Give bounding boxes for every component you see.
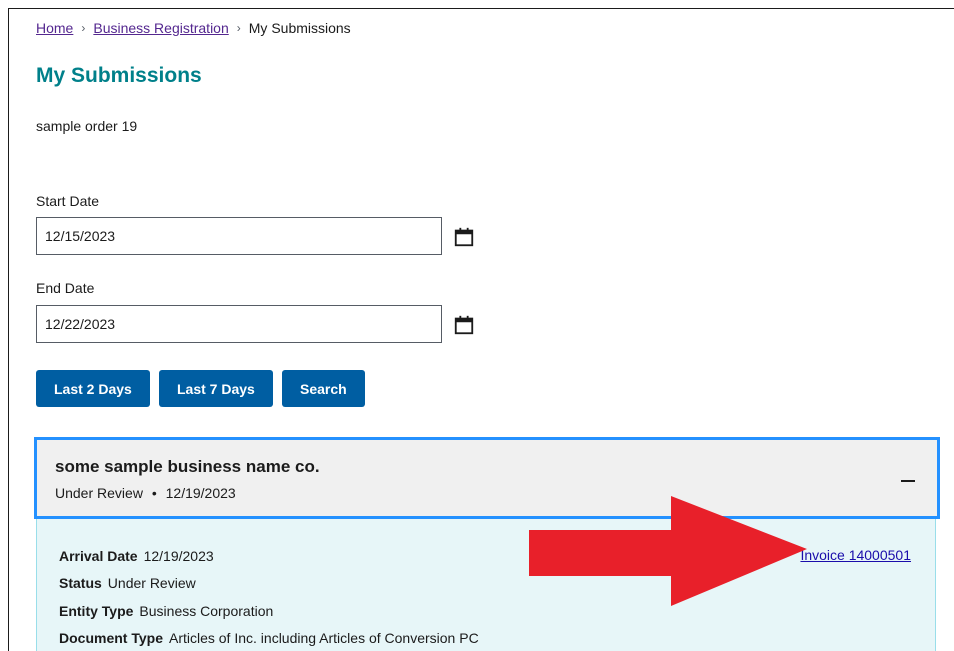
arrival-date-label: Arrival Date	[59, 548, 138, 564]
page-frame: Home › Business Registration › My Submis…	[8, 8, 954, 651]
status-value: Under Review	[107, 575, 196, 591]
breadcrumb-home-link[interactable]: Home	[36, 20, 73, 36]
breadcrumb-current: My Submissions	[248, 20, 351, 36]
bullet-separator: •	[151, 485, 157, 501]
main-content: Home › Business Registration › My Submis…	[34, 9, 954, 651]
last-7-days-button[interactable]: Last 7 Days	[159, 370, 273, 407]
entity-type-row: Entity Type Business Corporation	[59, 603, 273, 619]
arrival-date-value: 12/19/2023	[143, 548, 214, 564]
calendar-icon[interactable]	[453, 226, 475, 248]
breadcrumb-separator: ›	[81, 21, 86, 35]
submission-business-name: some sample business name co.	[55, 457, 320, 476]
document-type-row: Document Type Articles of Inc. including …	[59, 630, 479, 646]
calendar-icon[interactable]	[453, 314, 475, 336]
breadcrumb-separator: ›	[236, 21, 241, 35]
status-row: Status Under Review	[59, 575, 196, 591]
breadcrumb-business-registration-link[interactable]: Business Registration	[93, 20, 228, 36]
end-date-label: End Date	[36, 280, 95, 296]
entity-type-label: Entity Type	[59, 603, 134, 619]
document-type-label: Document Type	[59, 630, 163, 646]
submission-date: 12/19/2023	[165, 485, 236, 501]
order-description: sample order 19	[36, 118, 138, 134]
last-2-days-button[interactable]: Last 2 Days	[36, 370, 150, 407]
document-type-value: Articles of Inc. including Articles of C…	[168, 630, 479, 646]
search-button[interactable]: Search	[282, 370, 365, 407]
entity-type-value: Business Corporation	[139, 603, 274, 619]
red-arrow-annotation	[529, 496, 807, 606]
breadcrumb: Home › Business Registration › My Submis…	[36, 20, 351, 36]
submission-summary: Under Review • 12/19/2023	[55, 485, 236, 501]
arrival-date-row: Arrival Date 12/19/2023	[59, 548, 214, 564]
page-title: My Submissions	[36, 64, 202, 87]
end-date-input[interactable]	[36, 305, 442, 343]
collapse-icon[interactable]	[899, 467, 917, 489]
start-date-input[interactable]	[36, 217, 442, 255]
submission-status: Under Review	[55, 485, 143, 501]
status-label: Status	[59, 575, 102, 591]
start-date-label: Start Date	[36, 193, 100, 209]
